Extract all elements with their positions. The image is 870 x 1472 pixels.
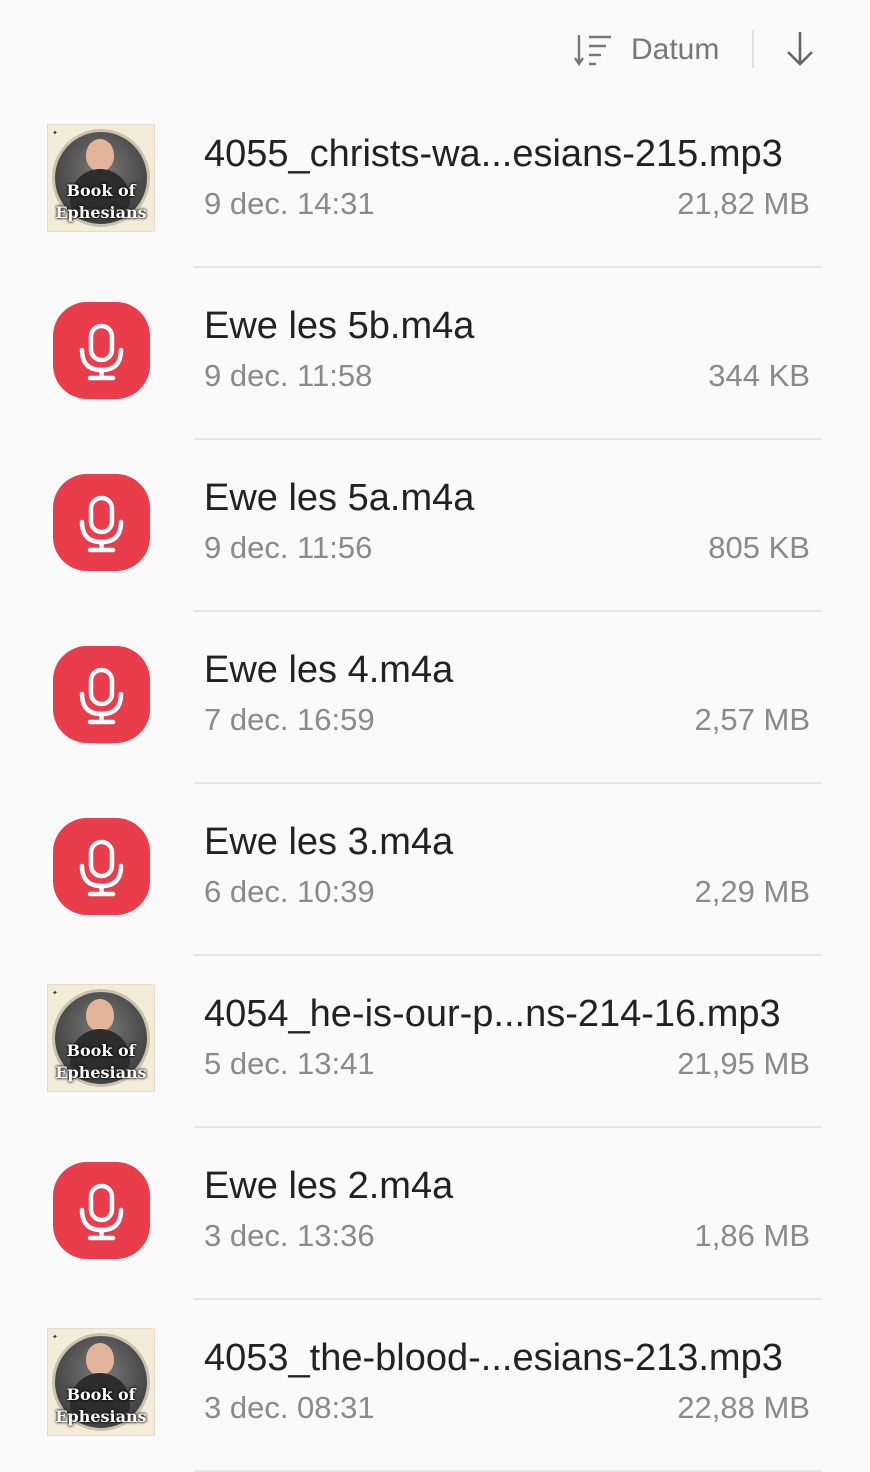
- file-name: 4054_he-is-our-p...ns-214-16.mp3: [204, 993, 781, 1035]
- file-list-item[interactable]: ✦ Book of Ephesians 4053_the-blood-...es…: [0, 1300, 870, 1472]
- album-art-line-1: Book of: [66, 1385, 136, 1404]
- file-list-item[interactable]: Ewe les 5a.m4a 9 dec. 11:56 805 KB: [0, 440, 870, 612]
- file-date: 3 dec. 13:36: [204, 1218, 375, 1253]
- file-size: 2,57 MB: [694, 702, 810, 737]
- sort-lines-icon[interactable]: [574, 33, 614, 67]
- microphone-icon: [79, 495, 124, 553]
- sort-label[interactable]: Datum: [631, 30, 719, 70]
- file-date: 9 dec. 11:56: [204, 530, 373, 565]
- sort-bar: Datum: [0, 0, 870, 100]
- microphone-icon: [79, 1183, 124, 1241]
- album-art-line-2: Ephesians: [55, 1063, 147, 1082]
- voice-recorder-icon: [53, 818, 150, 915]
- file-date: 9 dec. 11:58: [204, 358, 373, 393]
- file-date: 9 dec. 14:31: [204, 186, 375, 221]
- album-art-icon: ✦ Book of Ephesians: [47, 1328, 155, 1436]
- file-date: 6 dec. 10:39: [204, 874, 375, 909]
- file-name: 4053_the-blood-...esians-213.mp3: [204, 1337, 783, 1379]
- album-art-icon: ✦ Book of Ephesians: [47, 124, 155, 232]
- file-date: 3 dec. 08:31: [204, 1390, 375, 1425]
- file-name: Ewe les 4.m4a: [204, 649, 454, 691]
- album-art-logo: ✦: [52, 989, 58, 997]
- file-name: Ewe les 5a.m4a: [204, 477, 475, 519]
- album-art-line-2: Ephesians: [55, 203, 147, 222]
- file-list-item[interactable]: ✦ Book of Ephesians 4054_he-is-our-p...n…: [0, 956, 870, 1128]
- file-size: 21,95 MB: [677, 1046, 810, 1081]
- voice-recorder-icon: [53, 1162, 150, 1259]
- file-size: 344 KB: [708, 358, 810, 393]
- file-date: 5 dec. 13:41: [204, 1046, 375, 1081]
- file-name: 4055_christs-wa...esians-215.mp3: [204, 133, 783, 175]
- album-art-face: [86, 999, 114, 1031]
- file-size: 2,29 MB: [694, 874, 810, 909]
- microphone-icon: [79, 839, 124, 897]
- file-list-item[interactable]: ✦ Book of Ephesians 4055_christs-wa...es…: [0, 96, 870, 268]
- file-name: Ewe les 3.m4a: [204, 821, 454, 863]
- voice-recorder-icon: [53, 646, 150, 743]
- file-date: 7 dec. 16:59: [204, 702, 375, 737]
- arrow-down-icon[interactable]: [783, 30, 817, 68]
- album-art-face: [86, 139, 114, 171]
- album-art-logo: ✦: [52, 129, 58, 137]
- file-list-item[interactable]: Ewe les 5b.m4a 9 dec. 11:58 344 KB: [0, 268, 870, 440]
- file-name: Ewe les 5b.m4a: [204, 305, 475, 347]
- file-list-item[interactable]: Ewe les 2.m4a 3 dec. 13:36 1,86 MB: [0, 1128, 870, 1300]
- album-art-logo: ✦: [52, 1333, 58, 1341]
- voice-recorder-icon: [53, 474, 150, 571]
- sort-divider: [752, 30, 754, 68]
- file-list: ✦ Book of Ephesians 4055_christs-wa...es…: [0, 96, 870, 1472]
- album-art-line-1: Book of: [66, 1041, 136, 1060]
- file-size: 1,86 MB: [694, 1218, 810, 1253]
- microphone-icon: [79, 323, 124, 381]
- album-art-line-2: Ephesians: [55, 1407, 147, 1426]
- file-size: 21,82 MB: [677, 186, 810, 221]
- microphone-icon: [79, 667, 124, 725]
- file-list-item[interactable]: Ewe les 4.m4a 7 dec. 16:59 2,57 MB: [0, 612, 870, 784]
- file-size: 22,88 MB: [677, 1390, 810, 1425]
- album-art-icon: ✦ Book of Ephesians: [47, 984, 155, 1092]
- file-name: Ewe les 2.m4a: [204, 1165, 454, 1207]
- file-list-item[interactable]: Ewe les 3.m4a 6 dec. 10:39 2,29 MB: [0, 784, 870, 956]
- album-art-face: [86, 1343, 114, 1375]
- file-size: 805 KB: [708, 530, 810, 565]
- voice-recorder-icon: [53, 302, 150, 399]
- album-art-line-1: Book of: [66, 181, 136, 200]
